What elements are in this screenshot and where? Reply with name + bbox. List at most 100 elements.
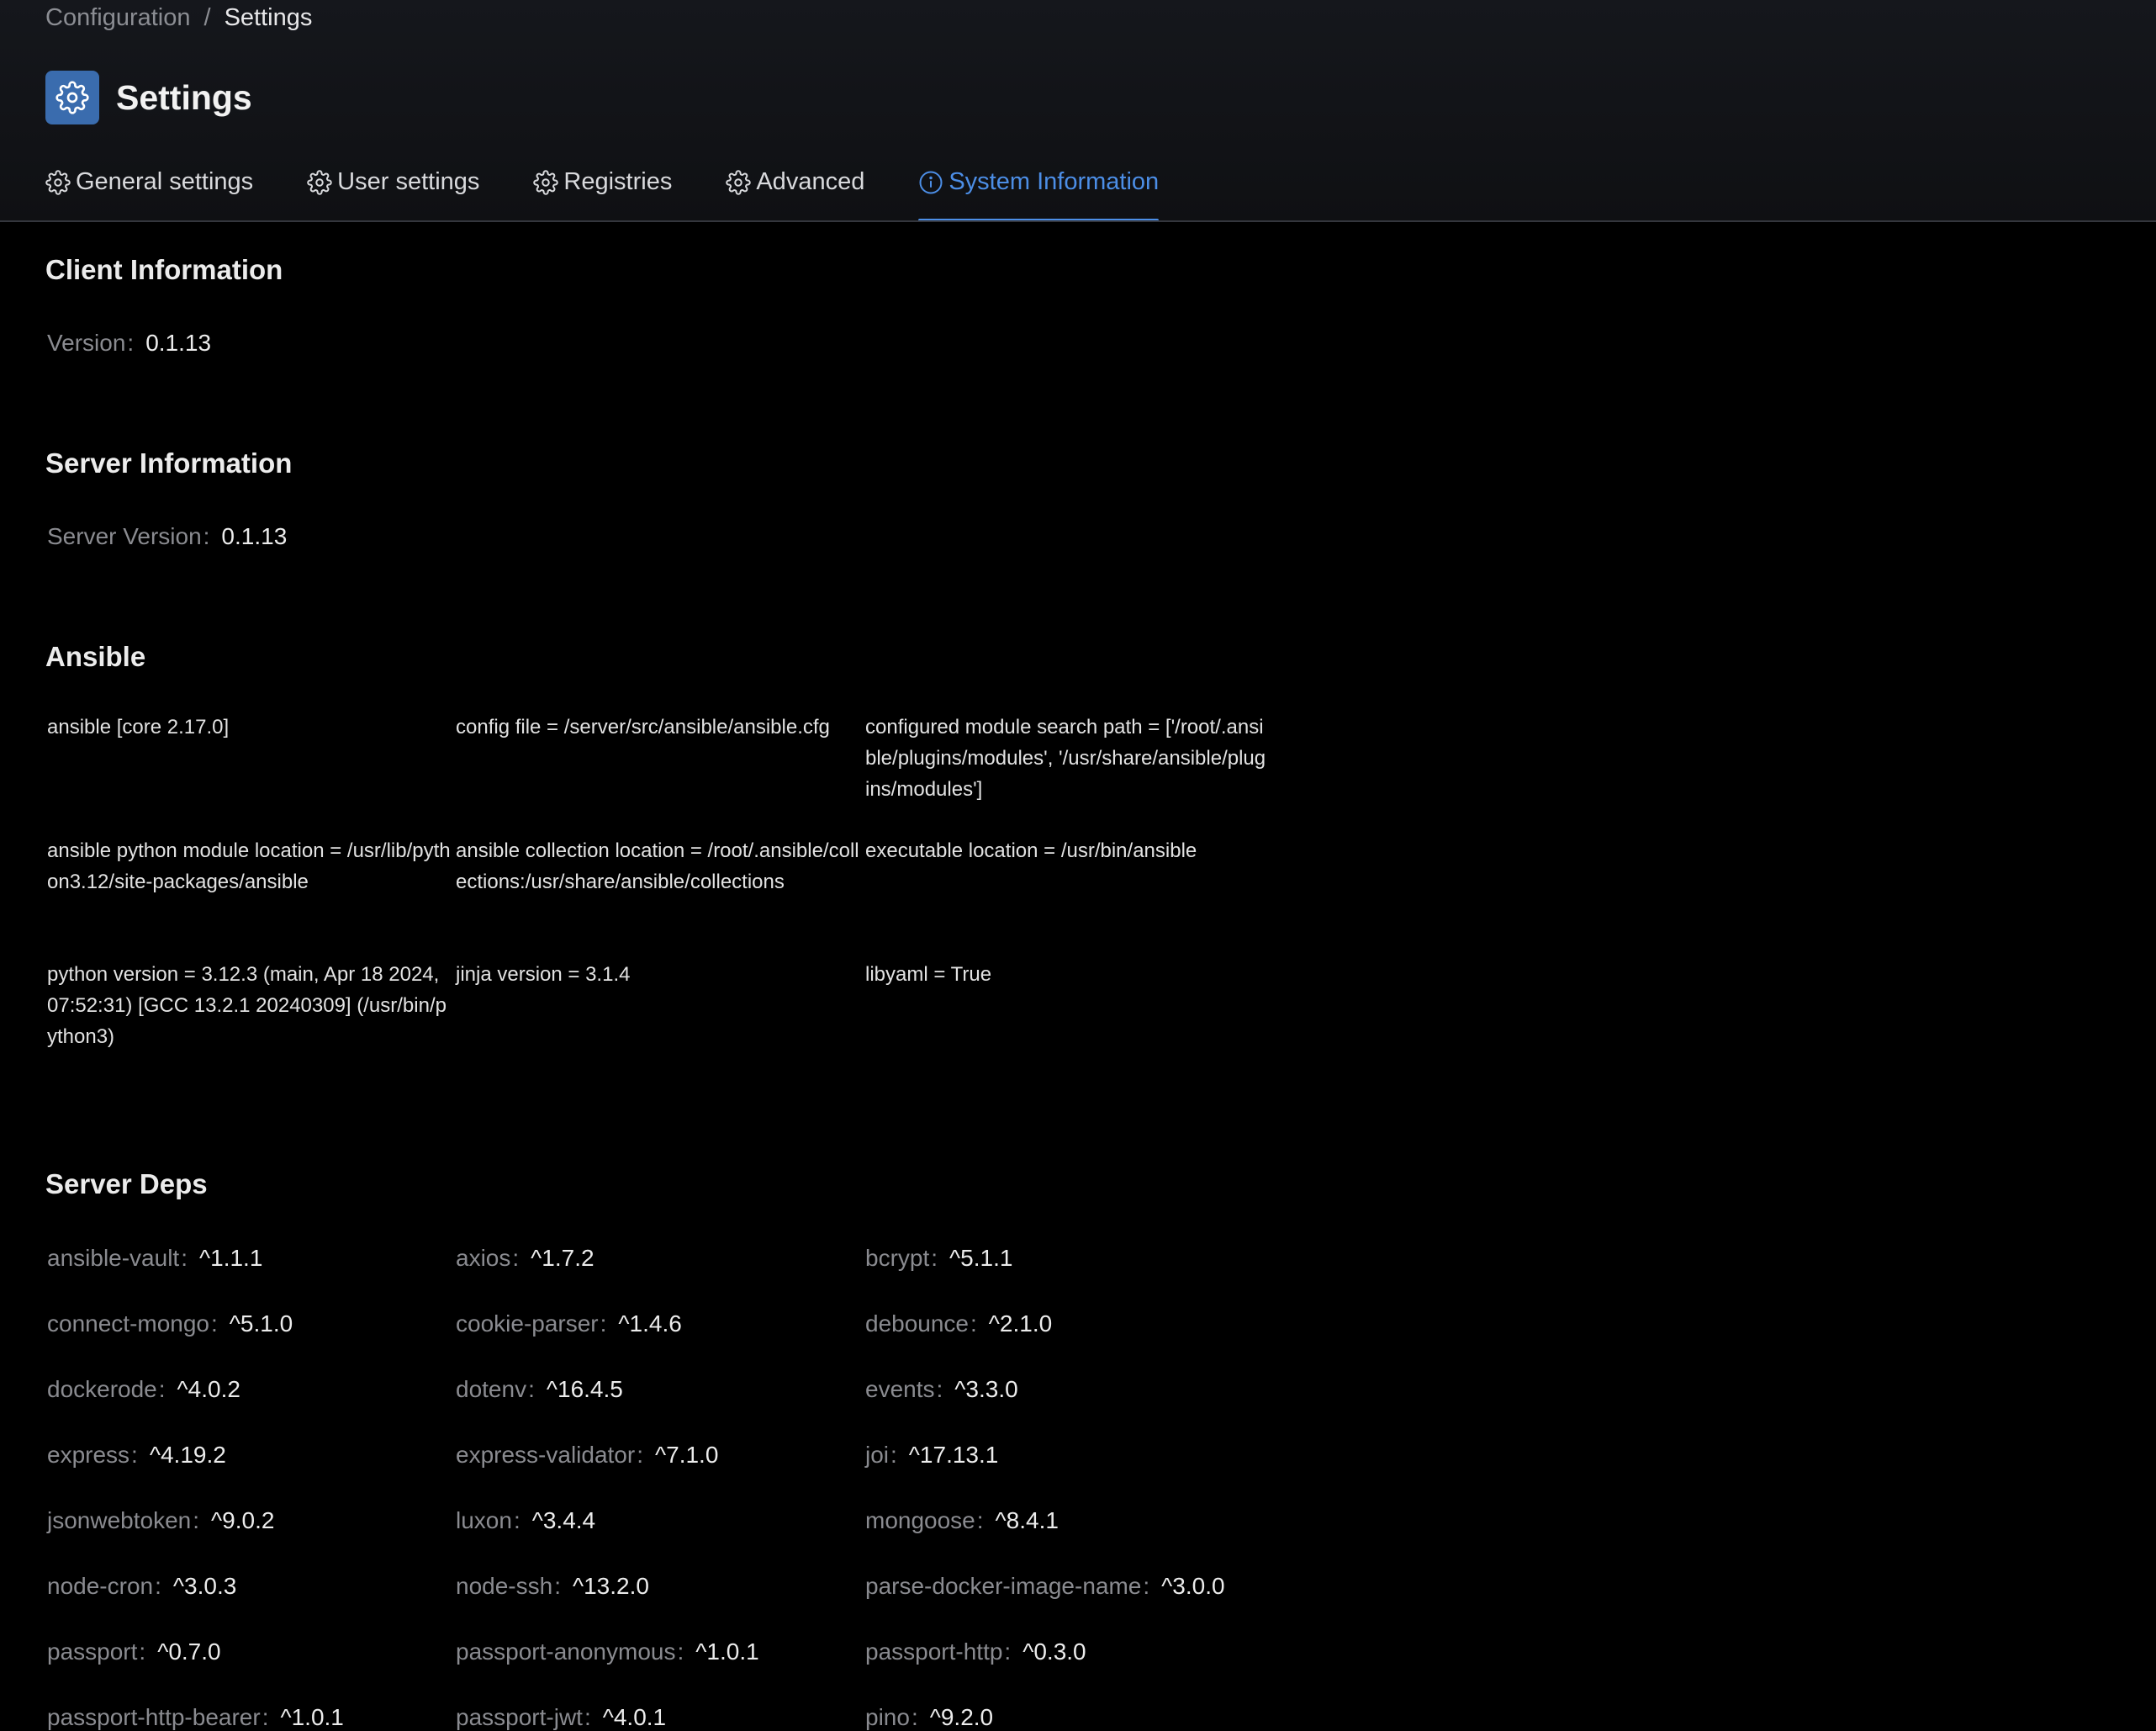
server-version-label: Server Version bbox=[47, 523, 202, 549]
dependency-name: ansible-vault bbox=[47, 1245, 180, 1271]
tab-label: General settings bbox=[76, 168, 254, 195]
dependency-item: joi: ^17.13.1 bbox=[865, 1442, 998, 1469]
gear-icon bbox=[533, 170, 559, 195]
client-version-label: Version bbox=[47, 330, 126, 356]
dependency-version: ^4.0.1 bbox=[602, 1704, 667, 1730]
ansible-info-item: configured module search path = ['/root/… bbox=[865, 716, 1266, 801]
dependency-item: express: ^4.19.2 bbox=[47, 1442, 226, 1469]
dependency-item: pino: ^9.2.0 bbox=[865, 1704, 993, 1731]
dependency-item: ansible-vault: ^1.1.1 bbox=[47, 1245, 262, 1272]
gear-icon bbox=[45, 71, 99, 124]
label-colon: : bbox=[1143, 1573, 1150, 1599]
dependency-name: joi bbox=[865, 1442, 890, 1468]
dependency-version: ^3.0.3 bbox=[172, 1573, 237, 1599]
ansible-info-item: ansible collection location = /root/.ans… bbox=[456, 839, 859, 893]
label-colon: : bbox=[554, 1573, 561, 1599]
dependency-item: connect-mongo: ^5.1.0 bbox=[47, 1310, 293, 1337]
dependency-item: express-validator: ^7.1.0 bbox=[456, 1442, 718, 1469]
gear-icon bbox=[307, 170, 332, 195]
dependency-item: parse-docker-image-name: ^3.0.0 bbox=[865, 1573, 1225, 1600]
label-colon: : bbox=[890, 1442, 897, 1468]
dependency-item: passport-http-bearer: ^1.0.1 bbox=[47, 1704, 344, 1731]
ansible-info-item: executable location = /usr/bin/ansible bbox=[865, 839, 1197, 862]
label-colon: : bbox=[181, 1245, 188, 1271]
dependency-name: bcrypt bbox=[865, 1245, 930, 1271]
label-colon: : bbox=[139, 1638, 146, 1665]
label-colon: : bbox=[970, 1310, 977, 1337]
dependency-name: connect-mongo bbox=[47, 1310, 210, 1337]
dependency-item: cookie-parser: ^1.4.6 bbox=[456, 1310, 682, 1337]
dependency-name: cookie-parser bbox=[456, 1310, 599, 1337]
label-colon: : bbox=[155, 1573, 161, 1599]
dependency-version: ^0.7.0 bbox=[157, 1638, 221, 1665]
tab-label: User settings bbox=[337, 168, 480, 195]
dependency-version: ^1.4.6 bbox=[618, 1310, 682, 1337]
client-version: Version: 0.1.13 bbox=[47, 330, 211, 357]
dependency-item: axios: ^1.7.2 bbox=[456, 1245, 594, 1272]
ansible-info-item: python version = 3.12.3 (main, Apr 18 20… bbox=[47, 963, 447, 1048]
label-colon: : bbox=[158, 1376, 166, 1402]
dependency-name: dotenv bbox=[456, 1376, 527, 1402]
dependency-version: ^7.1.0 bbox=[654, 1442, 719, 1468]
server-deps-title: Server Deps bbox=[45, 1168, 208, 1199]
dependency-version: ^13.2.0 bbox=[572, 1573, 649, 1599]
tab-system-information[interactable]: System Information bbox=[918, 165, 1159, 222]
dependency-version: ^1.0.1 bbox=[280, 1704, 344, 1730]
dependency-version: ^9.0.2 bbox=[211, 1507, 275, 1533]
label-colon: : bbox=[677, 1638, 684, 1665]
label-colon: : bbox=[211, 1310, 218, 1337]
label-colon: : bbox=[1004, 1638, 1012, 1665]
dependency-item: mongoose: ^8.4.1 bbox=[865, 1507, 1059, 1534]
label-colon: : bbox=[936, 1376, 943, 1402]
dependency-name: axios bbox=[456, 1245, 511, 1271]
info-icon bbox=[919, 171, 943, 194]
dependency-name: events bbox=[865, 1376, 935, 1402]
dependency-item: events: ^3.3.0 bbox=[865, 1376, 1018, 1403]
dependency-version: ^5.1.1 bbox=[949, 1245, 1013, 1271]
dependency-name: node-ssh bbox=[456, 1573, 553, 1599]
label-colon: : bbox=[513, 1507, 521, 1533]
dependency-version: ^0.3.0 bbox=[1023, 1638, 1086, 1665]
dependency-name: mongoose bbox=[865, 1507, 975, 1533]
dependency-version: ^3.0.0 bbox=[1161, 1573, 1225, 1599]
dependency-version: ^8.4.1 bbox=[995, 1507, 1059, 1533]
dependency-version: ^1.7.2 bbox=[531, 1245, 594, 1271]
page-title-row: Settings bbox=[45, 71, 252, 124]
client-version-value: 0.1.13 bbox=[145, 330, 212, 356]
dependency-name: passport-anonymous bbox=[456, 1638, 676, 1665]
label-colon: : bbox=[127, 330, 135, 356]
label-colon: : bbox=[262, 1704, 269, 1730]
dependency-name: pino bbox=[865, 1704, 910, 1730]
dependency-item: passport: ^0.7.0 bbox=[47, 1638, 221, 1665]
client-information-title: Client Information bbox=[45, 254, 283, 285]
dependency-version: ^2.1.0 bbox=[988, 1310, 1053, 1337]
page-header: Configuration / Settings Settings Genera… bbox=[0, 0, 2156, 222]
tab-advanced[interactable]: Advanced bbox=[726, 165, 864, 222]
label-colon: : bbox=[203, 523, 210, 549]
dependency-name: passport-http bbox=[865, 1638, 1003, 1665]
label-colon: : bbox=[512, 1245, 520, 1271]
label-colon: : bbox=[584, 1704, 591, 1730]
dependency-item: dotenv: ^16.4.5 bbox=[456, 1376, 623, 1403]
tab-label: System Information bbox=[949, 168, 1160, 195]
label-colon: : bbox=[911, 1704, 918, 1730]
dependency-item: passport-anonymous: ^1.0.1 bbox=[456, 1638, 759, 1665]
ansible-info-item: libyaml = True bbox=[865, 963, 992, 986]
tab-general-settings[interactable]: General settings bbox=[45, 165, 253, 222]
dependency-item: bcrypt: ^5.1.1 bbox=[865, 1245, 1012, 1272]
dependency-version: ^1.0.1 bbox=[695, 1638, 759, 1665]
dependency-name: dockerode bbox=[47, 1376, 157, 1402]
dependency-item: node-cron: ^3.0.3 bbox=[47, 1573, 236, 1600]
ansible-info-item: ansible python module location = /usr/li… bbox=[47, 839, 451, 893]
breadcrumb-settings: Settings bbox=[224, 4, 313, 31]
dependency-name: passport-http-bearer bbox=[47, 1704, 261, 1730]
tab-label: Registries bbox=[563, 168, 673, 195]
dependency-version: ^17.13.1 bbox=[908, 1442, 999, 1468]
tab-user-settings[interactable]: User settings bbox=[307, 165, 479, 222]
tab-registries[interactable]: Registries bbox=[533, 165, 672, 222]
dependency-item: jsonwebtoken: ^9.0.2 bbox=[47, 1507, 274, 1534]
ansible-info-item: config file = /server/src/ansible/ansibl… bbox=[456, 716, 830, 738]
server-version: Server Version: 0.1.13 bbox=[47, 523, 287, 550]
gear-icon bbox=[45, 170, 71, 195]
breadcrumb-configuration[interactable]: Configuration bbox=[45, 2, 191, 34]
